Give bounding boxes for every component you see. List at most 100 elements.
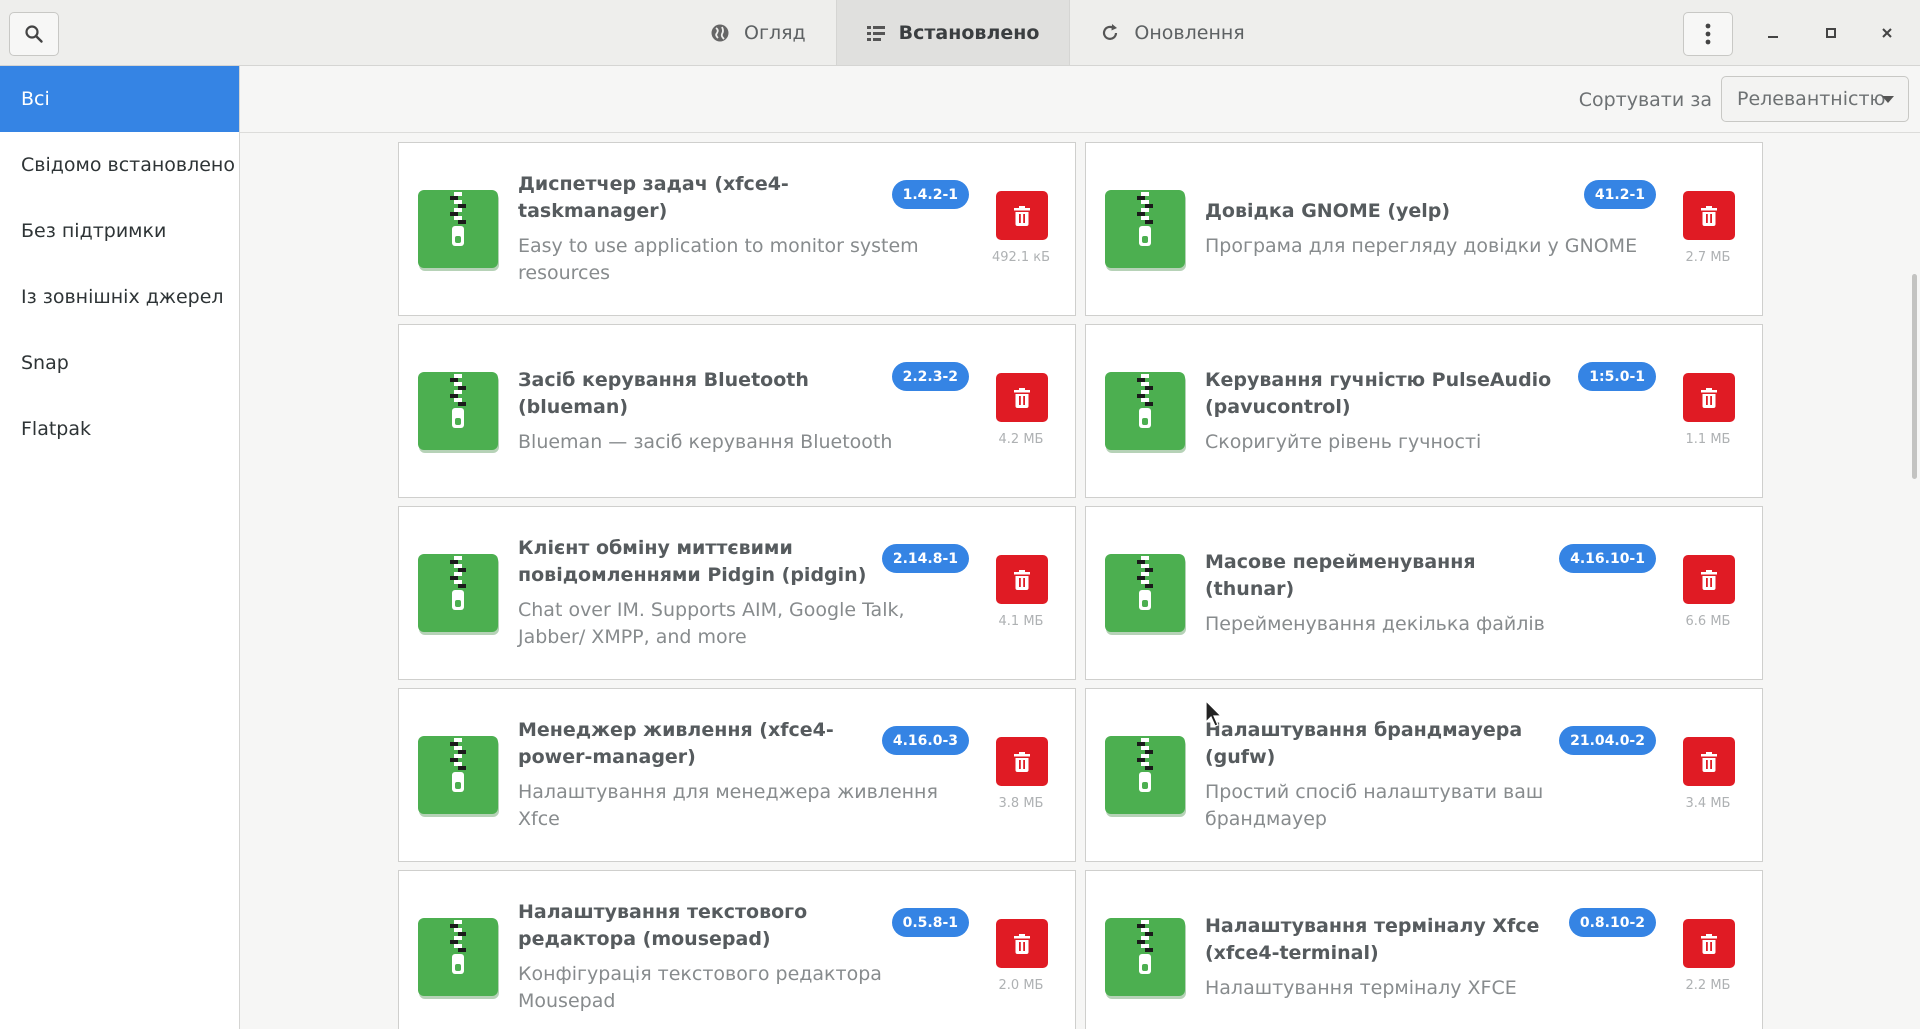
trash-icon [1014,205,1030,226]
app-size: 3.8 МБ [998,796,1044,811]
trash-icon [1014,751,1030,772]
trash-icon [1701,569,1717,590]
app-size: 4.2 МБ [998,432,1044,447]
app-size: 492.1 кБ [991,250,1051,265]
app-card[interactable]: Диспетчер задач (xfce4-taskmanager) Easy … [398,142,1076,316]
sort-dropdown[interactable]: Релевантністю [1721,76,1909,122]
uninstall-button[interactable] [1683,191,1735,240]
close-icon [1882,28,1892,38]
app-info: Масове перейменування (thunar) Перейменув… [1205,507,1655,679]
trash-icon [1701,933,1717,954]
sidebar-item-snap[interactable]: Snap [0,330,239,396]
app-card[interactable]: Засіб керування Bluetooth (blueman) Bluem… [398,324,1076,498]
tab-overview[interactable]: Огляд [680,0,836,65]
app-description: Налаштування для менеджера живлення Xfce [518,781,938,830]
app-info: Керування гучністю PulseAudio (pavucontr… [1205,325,1655,497]
sidebar-item-label: Свідомо встановлено [21,154,235,176]
archive-package-icon [418,372,499,453]
version-badge: 4.16.0-3 [881,726,969,755]
header-bar: Огляд Встановлено Оновлення [0,0,1920,66]
app-size: 1.1 МБ [1685,432,1731,447]
app-info: Налаштування брандмауера (gufw) Простий с… [1205,689,1655,861]
trash-icon [1014,387,1030,408]
trash-icon [1014,933,1030,954]
installed-apps-grid: Диспетчер задач (xfce4-taskmanager) Easy … [240,134,1920,1029]
app-card[interactable]: Налаштування текстового редактора (mouse… [398,870,1076,1029]
sidebar-item-explicitly-installed[interactable]: Свідомо встановлено [0,132,239,198]
uninstall-button[interactable] [996,555,1048,604]
uninstall-button[interactable] [1683,373,1735,422]
archive-package-icon [418,918,499,999]
sidebar-item-external-sources[interactable]: Із зовнішніх джерел [0,264,239,330]
app-description: Простий спосіб налаштувати ваш брандмауе… [1205,781,1544,830]
uninstall-button[interactable] [996,737,1048,786]
app-size: 2.2 МБ [1685,978,1731,993]
trash-icon [1701,205,1717,226]
maximize-icon [1826,28,1836,38]
tab-updates[interactable]: Оновлення [1070,0,1274,65]
app-info: Диспетчер задач (xfce4-taskmanager) Easy … [518,143,968,315]
app-description: Програма для перегляду довідки у GNOME [1205,235,1638,257]
sidebar-item-label: Всі [21,88,50,110]
app-description: Blueman — засіб керування Bluetooth [518,430,893,453]
mouse-pointer-icon [1205,700,1223,727]
app-card[interactable]: Менеджер живлення (xfce4-power-manager) Н… [398,688,1076,862]
app-card[interactable]: Налаштування терміналу Xfce (xfce4-termi… [1085,870,1763,1029]
trash-icon [1701,387,1717,408]
uninstall-button[interactable] [996,191,1048,240]
app-info: Довідка GNOME (yelp) Програма для перегля… [1205,143,1655,315]
app-card[interactable]: Налаштування брандмауера (gufw) Простий с… [1085,688,1763,862]
app-size: 6.6 МБ [1685,614,1731,629]
app-card[interactable]: Клієнт обміну миттєвими повідомленнями P… [398,506,1076,680]
app-info: Засіб керування Bluetooth (blueman) Bluem… [518,325,968,497]
trash-icon [1701,751,1717,772]
app-description: Chat over IM. Supports AIM, Google Talk,… [518,599,905,648]
sidebar-item-label: Без підтримки [21,220,167,242]
vertical-dots-icon [1705,23,1711,45]
app-description: Перейменування декілька файлів [1205,612,1545,635]
trash-icon [1014,569,1030,590]
app-card[interactable]: Масове перейменування (thunar) Перейменув… [1085,506,1763,680]
scrollbar-thumb[interactable] [1912,274,1917,479]
minimize-button[interactable] [1758,18,1788,48]
maximize-button[interactable] [1816,18,1846,48]
app-info: Клієнт обміну миттєвими повідомленнями P… [518,507,968,679]
tab-installed[interactable]: Встановлено [835,0,1071,65]
tab-overview-label: Огляд [744,21,806,44]
search-button[interactable] [9,12,59,56]
version-badge: 41.2-1 [1583,180,1656,209]
version-badge: 0.5.8-1 [891,908,969,937]
app-size: 4.1 МБ [998,614,1044,629]
uninstall-button[interactable] [1683,555,1735,604]
sidebar-item-flatpak[interactable]: Flatpak [0,396,239,462]
sidebar-item-unsupported[interactable]: Без підтримки [0,198,239,264]
uninstall-button[interactable] [1683,919,1735,968]
chevron-down-icon [1882,96,1894,103]
sort-bar: Сортувати за Релевантністю [240,66,1920,133]
uninstall-button[interactable] [996,373,1048,422]
app-size: 2.7 МБ [1685,250,1731,265]
version-badge: 2.2.3-2 [891,362,969,391]
close-button[interactable] [1872,18,1902,48]
version-badge: 1.4.2-1 [891,180,969,209]
uninstall-button[interactable] [996,919,1048,968]
archive-package-icon [1105,736,1186,817]
app-description: Конфігурація текстового редактора Mousep… [518,963,882,1012]
sidebar-item-label: Flatpak [21,418,92,440]
list-icon [866,25,885,41]
app-card[interactable]: Довідка GNOME (yelp) Програма для перегля… [1085,142,1763,316]
refresh-icon [1103,23,1118,40]
archive-package-icon [1105,372,1186,453]
version-badge: 21.04.0-2 [1559,726,1656,755]
app-size: 2.0 МБ [998,978,1044,993]
app-card[interactable]: Керування гучністю PulseAudio (pavucontr… [1085,324,1763,498]
version-badge: 4.16.10-1 [1559,544,1656,573]
app-info: Менеджер живлення (xfce4-power-manager) Н… [518,689,968,861]
version-badge: 1:5.0-1 [1578,362,1656,391]
sidebar-item-all[interactable]: Всі [0,66,239,132]
uninstall-button[interactable] [1683,737,1735,786]
app-description: Easy to use application to monitor syste… [518,235,919,284]
sort-dropdown-value: Релевантністю [1737,88,1886,110]
main-menu-button[interactable] [1683,12,1733,56]
app-description: Налаштування терміналу XFCE [1205,976,1517,999]
